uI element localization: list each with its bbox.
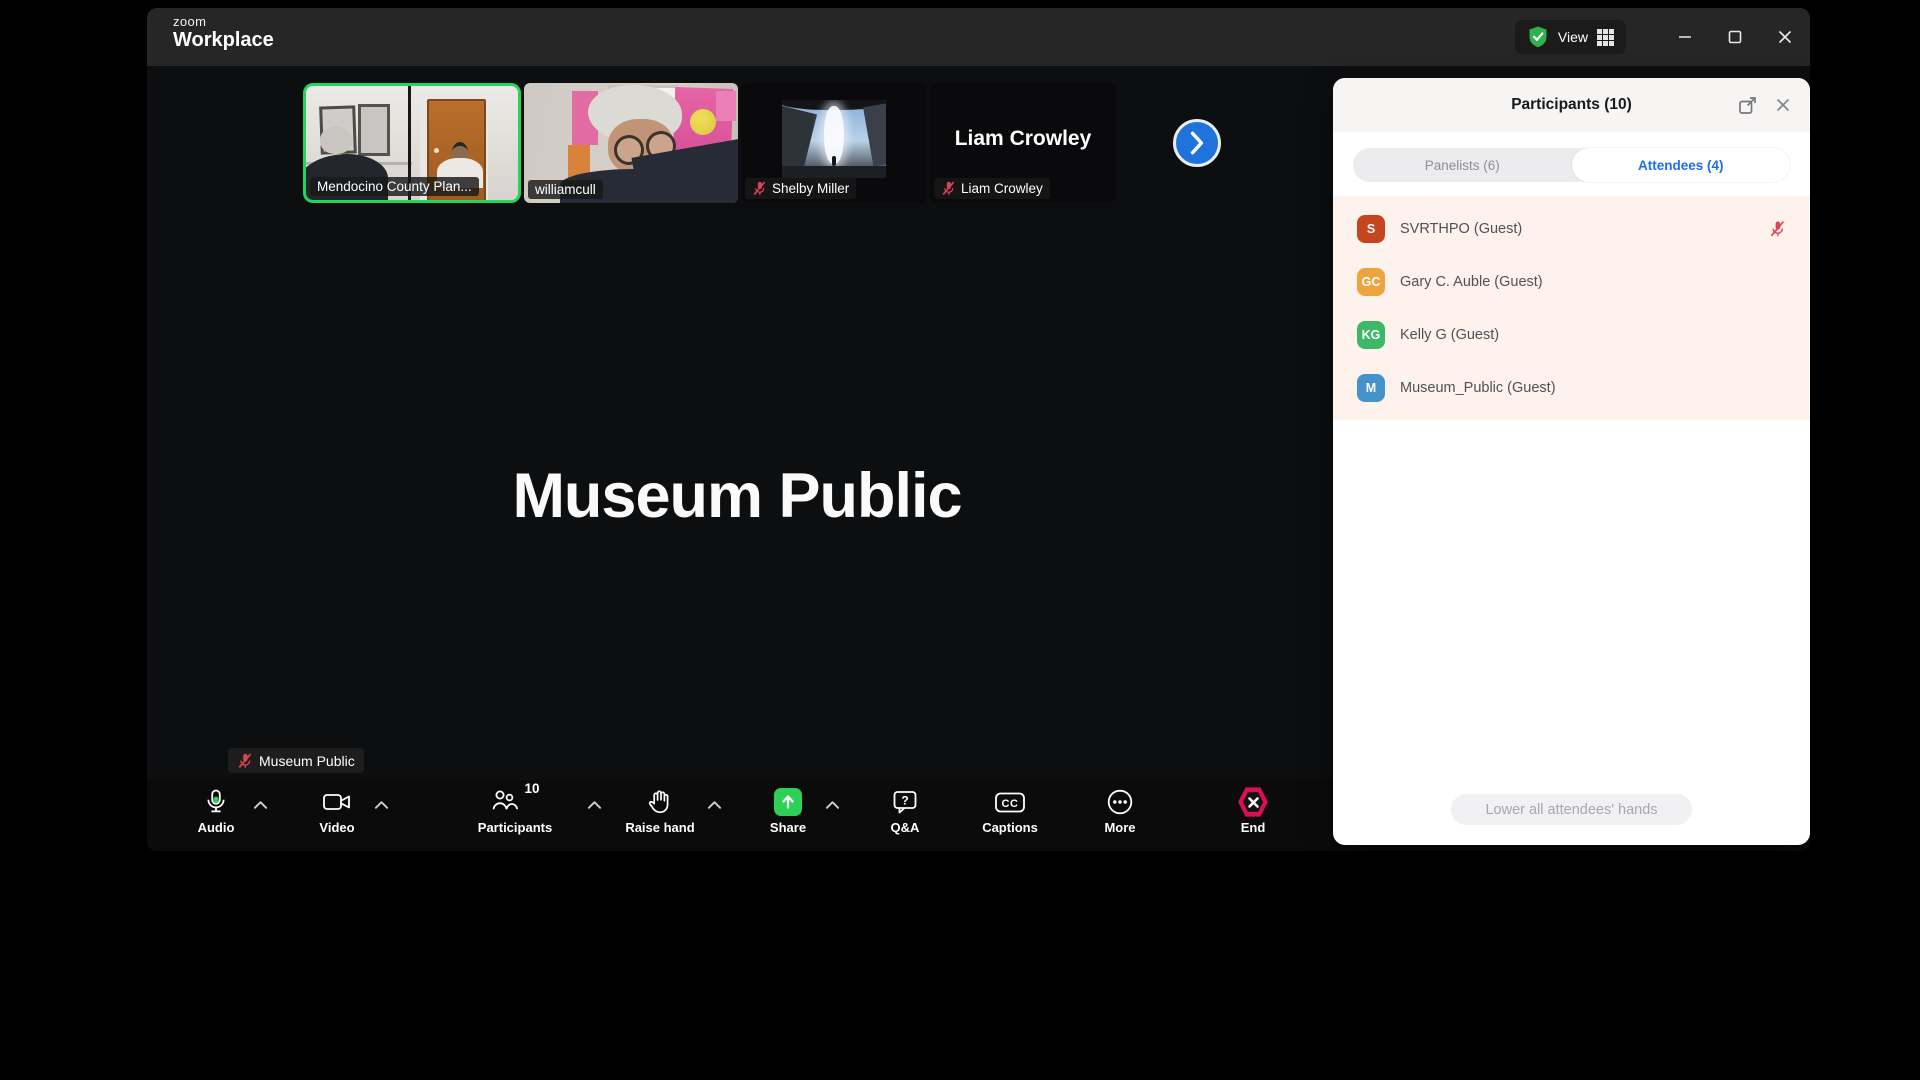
attendee-list: S SVRTHPO (Guest) GC Gary C. Auble (Gues… [1333,196,1810,420]
view-button[interactable]: View [1514,20,1626,54]
captions-icon: CC [994,787,1026,817]
qa-label: Q&A [890,820,920,835]
captions-button[interactable]: CC Captions [962,787,1058,835]
tab-panelists[interactable]: Panelists (6) [1353,148,1572,182]
participants-button[interactable]: 10 Participants [455,781,575,835]
participants-label: Participants [477,820,553,835]
panel-title: Participants (10) [1511,96,1632,113]
avatar: GC [1357,267,1385,296]
end-button[interactable]: End [1205,787,1301,835]
microphone-icon [202,787,230,817]
filmstrip: Mendocino County Plan... williamcull She… [303,83,1116,203]
audio-options-caret[interactable] [251,799,269,811]
video-tile-liam[interactable]: Liam Crowley Liam Crowley [930,83,1116,203]
minimize-button[interactable] [1660,8,1710,66]
brand-workplace: Workplace [173,28,274,51]
zoom-window: zoom Workplace View Mendocino County Pla… [147,8,1810,851]
close-window-button[interactable] [1760,8,1810,66]
video-label: Video [319,820,355,835]
raise-hand-label: Raise hand [625,820,695,835]
security-shield-icon [1527,25,1549,49]
attendee-row[interactable]: M Museum_Public (Guest) [1333,361,1810,414]
participants-count: 10 [524,781,540,796]
share-label: Share [769,820,807,835]
zoom-workplace-logo: zoom Workplace [173,15,274,51]
attendee-row[interactable]: GC Gary C. Auble (Guest) [1333,255,1810,308]
qa-button[interactable]: ? Q&A [857,787,953,835]
brand-zoom: zoom [173,14,207,29]
screen: zoom Workplace View Mendocino County Pla… [0,0,1920,1080]
active-speaker-label: Museum Public [228,748,364,773]
camera-icon [322,787,352,817]
person-silhouette [320,126,352,154]
more-icon [1106,787,1134,817]
tile-name-label: Liam Crowley [934,178,1050,199]
participants-panel: Participants (10) Panelists (6) Attendee… [1333,78,1810,845]
panel-header: Participants (10) [1333,78,1810,132]
avatar: M [1357,373,1385,402]
end-label: End [1240,820,1266,835]
attendee-row[interactable]: S SVRTHPO (Guest) [1333,202,1810,255]
share-screen-icon [774,788,802,816]
raise-hand-icon [647,787,673,817]
captions-label: Captions [982,820,1038,835]
panel-close-icon[interactable] [1766,78,1800,132]
stage-display-name: Museum Public [512,461,962,531]
raise-hand-button[interactable]: Raise hand [612,787,708,835]
wall-frame [358,104,390,156]
muted-mic-icon [941,180,956,197]
video-tile-mendocino[interactable]: Mendocino County Plan... [303,83,521,203]
attendee-name: Gary C. Auble (Guest) [1400,273,1543,290]
participants-icon [490,787,520,813]
muted-mic-icon [752,180,767,197]
panel-tabs: Panelists (6) Attendees (4) [1353,148,1790,182]
lower-all-hands-button[interactable]: Lower all attendees' hands [1451,794,1692,825]
video-options-caret[interactable] [372,799,390,811]
share-button[interactable]: Share [740,787,836,835]
maximize-button[interactable] [1710,8,1760,66]
filmstrip-next-button[interactable] [1173,119,1221,167]
tile-name-label: Mendocino County Plan... [310,177,479,196]
tile-name-label: Shelby Miller [745,178,857,199]
profile-photo [782,100,886,178]
svg-text:CC: CC [1002,798,1019,810]
video-tile-williamcull[interactable]: williamcull [524,83,738,203]
muted-mic-icon [1769,219,1786,238]
audio-label: Audio [197,820,235,835]
participants-options-caret[interactable] [585,799,603,811]
raise-hand-options-caret[interactable] [705,799,723,811]
more-label: More [1104,820,1136,835]
video-button[interactable]: Video [289,787,385,835]
attendee-row[interactable]: KG Kelly G (Guest) [1333,308,1810,361]
tile-display-name: Liam Crowley [954,127,1092,150]
tile-name-label: williamcull [528,180,603,199]
more-button[interactable]: More [1072,787,1168,835]
end-meeting-icon [1238,787,1269,817]
audio-button[interactable]: Audio [168,787,264,835]
attendee-name: SVRTHPO (Guest) [1400,220,1523,237]
qa-icon: ? [892,787,918,817]
avatar: S [1357,214,1385,243]
video-tile-shelby[interactable]: Shelby Miller [741,83,927,203]
gallery-grid-icon [1597,28,1614,46]
attendee-name: Kelly G (Guest) [1400,326,1500,343]
svg-text:?: ? [901,793,908,807]
titlebar: zoom Workplace View [147,8,1810,66]
tab-attendees[interactable]: Attendees (4) [1571,148,1790,182]
muted-mic-icon [237,752,253,770]
popout-icon[interactable] [1730,78,1764,132]
attendee-name: Museum_Public (Guest) [1400,379,1556,396]
view-label: View [1557,29,1588,45]
avatar: KG [1357,320,1385,349]
share-options-caret[interactable] [823,799,841,811]
